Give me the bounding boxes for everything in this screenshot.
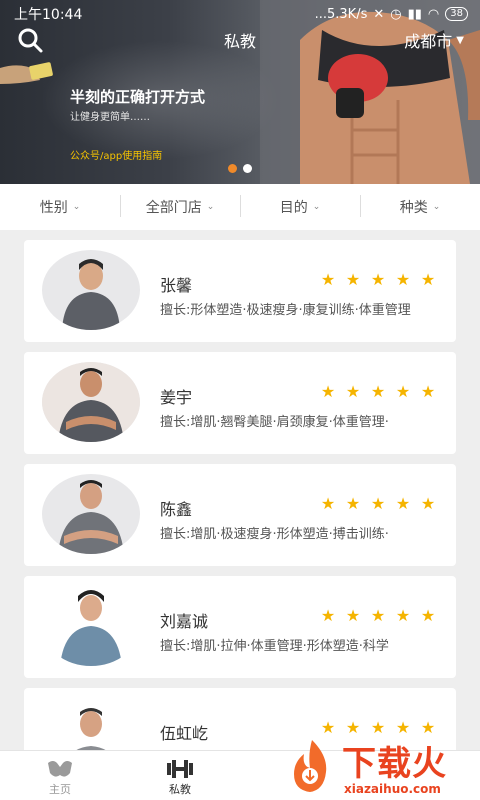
filter-label: 全部门店	[145, 200, 202, 216]
nav-bar: 私教 成都市 ▼	[0, 28, 480, 53]
coach-name: 伍虹屹	[160, 724, 209, 743]
coach-avatar	[42, 250, 140, 330]
coach-name: 刘嘉诚	[160, 612, 209, 631]
alarm-icon: ◷	[390, 6, 402, 22]
star-icon: ★	[420, 494, 436, 513]
star-icon: ★	[320, 718, 336, 737]
star-icon: ★	[420, 606, 436, 625]
filter-gender[interactable]: 性别 ⌄	[0, 197, 120, 217]
rating-stars: ★ ★ ★ ★ ★	[317, 496, 439, 512]
filter-label: 目的	[279, 200, 308, 216]
pagination-dot[interactable]	[228, 164, 237, 173]
star-icon: ★	[420, 270, 436, 289]
banner-subline: 让健身更简单……	[70, 112, 150, 123]
coach-card[interactable]: 刘嘉诚 ★ ★ ★ ★ ★ 擅长:增肌·拉伸·体重管理·形体塑造·科学	[24, 576, 456, 678]
star-icon: ★	[420, 718, 436, 737]
coach-name: 陈鑫	[160, 500, 193, 519]
chevron-down-icon: ⌄	[312, 202, 321, 212]
coach-name: 姜宇	[160, 388, 193, 407]
star-icon: ★	[320, 494, 336, 513]
star-icon: ★	[395, 718, 411, 737]
rating-stars: ★ ★ ★ ★ ★	[317, 272, 439, 288]
coach-card[interactable]: 姜宇 ★ ★ ★ ★ ★ 擅长:增肌·翘臀美腿·肩颈康复·体重管理·	[24, 352, 456, 454]
status-time: 上午10:44	[14, 7, 83, 23]
network-speed: ...5.3K/s	[314, 6, 368, 22]
hand-card-image	[0, 62, 53, 84]
filter-goal[interactable]: 目的 ⌄	[240, 195, 360, 217]
star-icon: ★	[370, 718, 386, 737]
banner-headline: 半刻的正确打开方式	[70, 88, 206, 106]
mute-icon: ✕	[373, 6, 385, 22]
filter-label: 种类	[399, 200, 428, 216]
coach-card[interactable]: 张馨 ★ ★ ★ ★ ★ 擅长:形体塑造·极速瘦身·康复训练·体重管理	[24, 240, 456, 342]
chevron-down-icon: ⌄	[72, 202, 81, 212]
rating-stars: ★ ★ ★ ★ ★	[317, 720, 439, 736]
chevron-down-icon: ⌄	[432, 202, 441, 212]
star-icon: ★	[370, 494, 386, 513]
star-icon: ★	[320, 382, 336, 401]
star-icon: ★	[395, 270, 411, 289]
rating-stars: ★ ★ ★ ★ ★	[317, 384, 439, 400]
banner-guide-link[interactable]: 公众号/app使用指南	[70, 147, 162, 162]
hero-banner[interactable]: 上午10:44 ...5.3K/s ✕ ◷ ▮▮ ◠ 38 私教 成都市 ▼ 半…	[0, 0, 480, 184]
city-label: 成都市	[404, 32, 453, 51]
coach-specialty: 擅长:增肌·翘臀美腿·肩颈康复·体重管理·	[160, 415, 389, 430]
status-bar: 上午10:44 ...5.3K/s ✕ ◷ ▮▮ ◠ 38	[0, 0, 480, 28]
star-icon: ★	[320, 270, 336, 289]
muscle-icon	[48, 761, 72, 777]
city-selector[interactable]: 成都市 ▼	[404, 28, 464, 52]
dumbbell-icon	[167, 760, 193, 778]
filter-bar: 性别 ⌄ 全部门店 ⌄ 目的 ⌄ 种类 ⌄	[0, 184, 480, 230]
pagination-dot[interactable]	[243, 164, 252, 173]
tab-coach[interactable]: 私教	[130, 751, 230, 800]
filter-type[interactable]: 种类 ⌄	[360, 195, 480, 217]
wifi-icon: ◠	[427, 6, 440, 22]
coach-avatar	[42, 474, 140, 554]
star-icon: ★	[345, 494, 361, 513]
watermark-url: xiazaihuo.com	[344, 782, 441, 796]
star-icon: ★	[370, 270, 386, 289]
coach-avatar	[42, 362, 140, 442]
coach-specialty: 擅长:增肌·拉伸·体重管理·形体塑造·科学	[160, 639, 389, 654]
signal-icon: ▮▮	[407, 6, 422, 22]
star-icon: ★	[370, 606, 386, 625]
tab-home[interactable]: 主页	[10, 751, 110, 800]
star-icon: ★	[395, 382, 411, 401]
tab-label: 私教	[169, 783, 191, 796]
star-icon: ★	[345, 270, 361, 289]
coach-card[interactable]: 陈鑫 ★ ★ ★ ★ ★ 擅长:增肌·极速瘦身·形体塑造·搏击训练·	[24, 464, 456, 566]
star-icon: ★	[370, 382, 386, 401]
coach-avatar	[42, 586, 140, 666]
coach-name: 张馨	[160, 276, 193, 295]
star-icon: ★	[345, 718, 361, 737]
tab-label: 主页	[49, 783, 71, 796]
coach-specialty: 擅长:形体塑造·极速瘦身·康复训练·体重管理	[160, 303, 411, 318]
filter-label: 性别	[39, 200, 68, 216]
battery-icon: 38	[445, 7, 468, 21]
watermark: 下载火 xiazaihuo.com	[282, 736, 478, 800]
star-icon: ★	[420, 382, 436, 401]
chevron-down-icon: ⌄	[206, 202, 215, 212]
flame-logo-icon	[294, 740, 327, 792]
rating-stars: ★ ★ ★ ★ ★	[317, 608, 439, 624]
star-icon: ★	[345, 382, 361, 401]
coach-specialty: 擅长:增肌·极速瘦身·形体塑造·搏击训练·	[160, 527, 389, 542]
chevron-down-icon: ▼	[456, 34, 464, 46]
star-icon: ★	[395, 606, 411, 625]
star-icon: ★	[320, 606, 336, 625]
banner-pagination	[228, 164, 252, 173]
filter-store[interactable]: 全部门店 ⌄	[120, 195, 240, 217]
star-icon: ★	[345, 606, 361, 625]
star-icon: ★	[395, 494, 411, 513]
watermark-brand: 下载火	[342, 744, 447, 784]
